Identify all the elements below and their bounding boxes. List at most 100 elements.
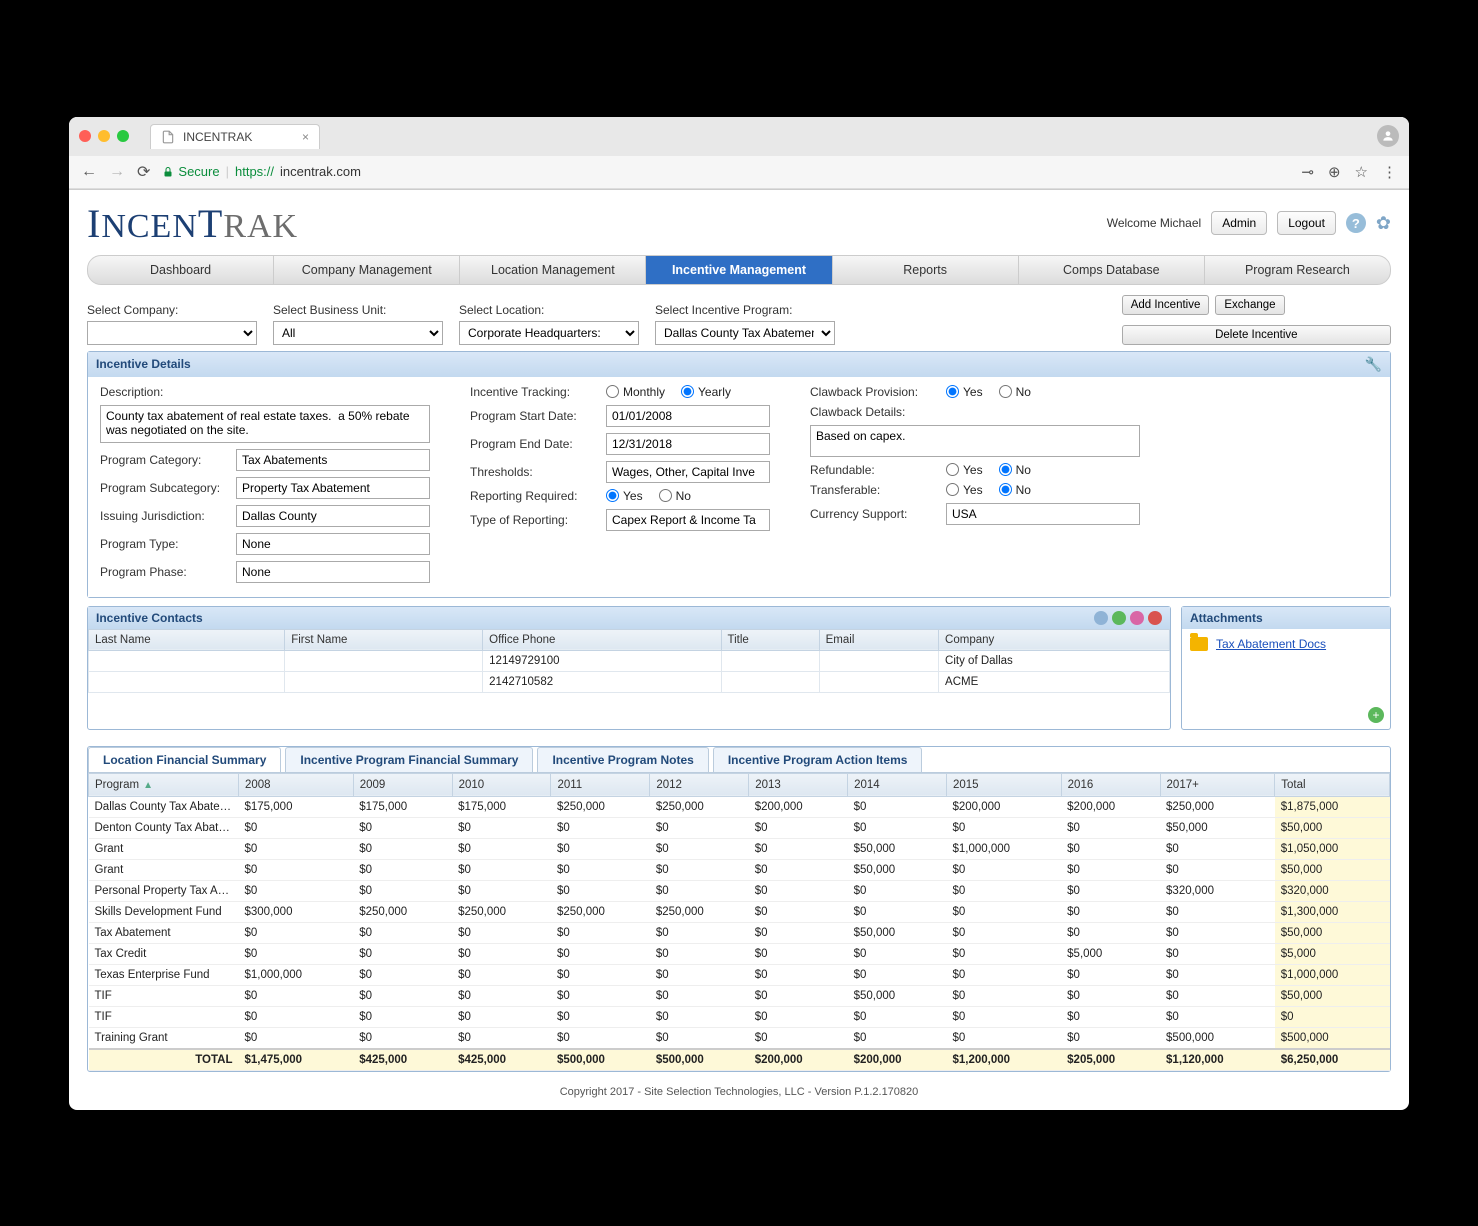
reporting-yes-radio[interactable]: Yes [606,489,643,503]
address-bar: ← → ⟳ Secure | https://incentrak.com ⊸ ⊕… [69,156,1409,189]
thresholds-input[interactable] [606,461,770,483]
table-row[interactable]: 12149729100City of Dallas [89,650,1170,671]
delete-contact-icon[interactable] [1148,611,1162,625]
close-window-icon[interactable] [79,130,91,142]
browser-chrome: INCENTRAK × ← → ⟳ Secure | https://incen… [69,117,1409,190]
table-row[interactable]: Skills Development Fund$300,000$250,000$… [89,901,1390,922]
contacts-col-first-name[interactable]: First Name [285,629,483,650]
contact-misc-icon[interactable] [1094,611,1108,625]
program-phase-input[interactable] [236,561,430,583]
close-tab-icon[interactable]: × [302,130,309,144]
back-icon[interactable]: ← [81,163,97,181]
menu-icon[interactable]: ⋮ [1382,163,1397,181]
program-category-input[interactable] [236,449,430,471]
col-program[interactable]: Program▲ [89,773,239,796]
col-total[interactable]: Total [1275,773,1390,796]
col-2012[interactable]: 2012 [650,773,749,796]
description-input[interactable]: County tax abatement of real estate taxe… [100,405,430,443]
nav-tab-incentive-management[interactable]: Incentive Management [646,256,832,284]
select-incentive-program[interactable]: Dallas County Tax Abatement [655,321,835,345]
transferable-yes-radio[interactable]: Yes [946,483,983,497]
table-row[interactable]: Texas Enterprise Fund$1,000,000$0$0$0$0$… [89,964,1390,985]
zoom-icon[interactable]: ⊕ [1328,163,1341,181]
subtab-2[interactable]: Incentive Program Notes [537,747,708,772]
start-date-input[interactable] [606,405,770,427]
nav-tab-comps-database[interactable]: Comps Database [1019,256,1205,284]
tracking-monthly-radio[interactable]: Monthly [606,385,665,399]
delete-incentive-button[interactable]: Delete Incentive [1122,325,1391,345]
forward-icon[interactable]: → [109,163,125,181]
col-2017+[interactable]: 2017+ [1160,773,1275,796]
refundable-no-radio[interactable]: No [999,463,1031,477]
table-row[interactable]: 2142710582ACME [89,671,1170,692]
col-2015[interactable]: 2015 [946,773,1061,796]
end-date-input[interactable] [606,433,770,455]
subtab-3[interactable]: Incentive Program Action Items [713,747,923,772]
table-row[interactable]: Grant$0$0$0$0$0$0$50,000$0$0$0$50,000 [89,859,1390,880]
help-icon[interactable]: ? [1346,213,1366,233]
edit-contact-icon[interactable] [1130,611,1144,625]
table-row[interactable]: Dallas County Tax Abatement$175,000$175,… [89,796,1390,817]
contacts-col-last-name[interactable]: Last Name [89,629,285,650]
contacts-col-email[interactable]: Email [819,629,938,650]
program-subcategory-input[interactable] [236,477,430,499]
program-type-input[interactable] [236,533,430,555]
reload-icon[interactable]: ⟳ [137,162,150,182]
minimize-window-icon[interactable] [98,130,110,142]
browser-tab[interactable]: INCENTRAK × [150,124,320,149]
table-row[interactable]: Denton County Tax Abateme…$0$0$0$0$0$0$0… [89,817,1390,838]
table-row[interactable]: Grant$0$0$0$0$0$0$50,000$1,000,000$0$0$1… [89,838,1390,859]
add-contact-icon[interactable] [1112,611,1126,625]
nav-tab-reports[interactable]: Reports [833,256,1019,284]
table-row[interactable]: Tax Abatement$0$0$0$0$0$0$50,000$0$0$0$5… [89,922,1390,943]
clawback-no-radio[interactable]: No [999,385,1031,399]
transferable-no-radio[interactable]: No [999,483,1031,497]
attachment-link[interactable]: Tax Abatement Docs [1190,637,1382,651]
contacts-col-office-phone[interactable]: Office Phone [483,629,721,650]
profile-avatar-icon[interactable] [1377,125,1399,147]
col-2016[interactable]: 2016 [1061,773,1160,796]
nav-tab-location-management[interactable]: Location Management [460,256,646,284]
table-row[interactable]: TIF$0$0$0$0$0$0$50,000$0$0$0$50,000 [89,985,1390,1006]
key-icon[interactable]: ⊸ [1301,163,1314,181]
col-2010[interactable]: 2010 [452,773,551,796]
clawback-details-input[interactable]: Based on capex. [810,425,1140,457]
grand-total: $6,250,000 [1275,1049,1390,1071]
maximize-window-icon[interactable] [117,130,129,142]
nav-tab-program-research[interactable]: Program Research [1205,256,1390,284]
col-2014[interactable]: 2014 [848,773,947,796]
wrench-icon[interactable]: 🔧 [1365,356,1382,373]
star-icon[interactable]: ☆ [1355,163,1368,181]
url-display[interactable]: Secure | https://incentrak.com [162,164,1289,179]
currency-input[interactable] [946,503,1140,525]
select-business-unit[interactable]: All [273,321,443,345]
contacts-col-company[interactable]: Company [939,629,1170,650]
gear-icon[interactable]: ✿ [1376,213,1391,234]
exchange-button[interactable]: Exchange [1215,295,1284,315]
issuing-jurisdiction-input[interactable] [236,505,430,527]
col-2013[interactable]: 2013 [749,773,848,796]
report-type-input[interactable] [606,509,770,531]
reporting-no-radio[interactable]: No [659,489,691,503]
table-row[interactable]: Training Grant$0$0$0$0$0$0$0$0$0$500,000… [89,1027,1390,1049]
table-row[interactable]: Tax Credit$0$0$0$0$0$0$0$0$5,000$0$5,000 [89,943,1390,964]
table-row[interactable]: TIF$0$0$0$0$0$0$0$0$0$0$0 [89,1006,1390,1027]
tracking-yearly-radio[interactable]: Yearly [681,385,731,399]
contacts-col-title[interactable]: Title [721,629,819,650]
nav-tab-dashboard[interactable]: Dashboard [88,256,274,284]
select-location[interactable]: Corporate Headquarters: [459,321,639,345]
logout-button[interactable]: Logout [1277,211,1336,235]
col-2011[interactable]: 2011 [551,773,650,796]
nav-tab-company-management[interactable]: Company Management [274,256,460,284]
table-row[interactable]: Personal Property Tax Abate…$0$0$0$0$0$0… [89,880,1390,901]
col-2008[interactable]: 2008 [239,773,354,796]
subtab-0[interactable]: Location Financial Summary [88,747,281,772]
admin-button[interactable]: Admin [1211,211,1267,235]
clawback-yes-radio[interactable]: Yes [946,385,983,399]
subtab-1[interactable]: Incentive Program Financial Summary [285,747,533,772]
col-2009[interactable]: 2009 [353,773,452,796]
add-incentive-button[interactable]: Add Incentive [1122,295,1210,315]
select-company[interactable] [87,321,257,345]
add-attachment-icon[interactable]: + [1368,707,1384,723]
refundable-yes-radio[interactable]: Yes [946,463,983,477]
